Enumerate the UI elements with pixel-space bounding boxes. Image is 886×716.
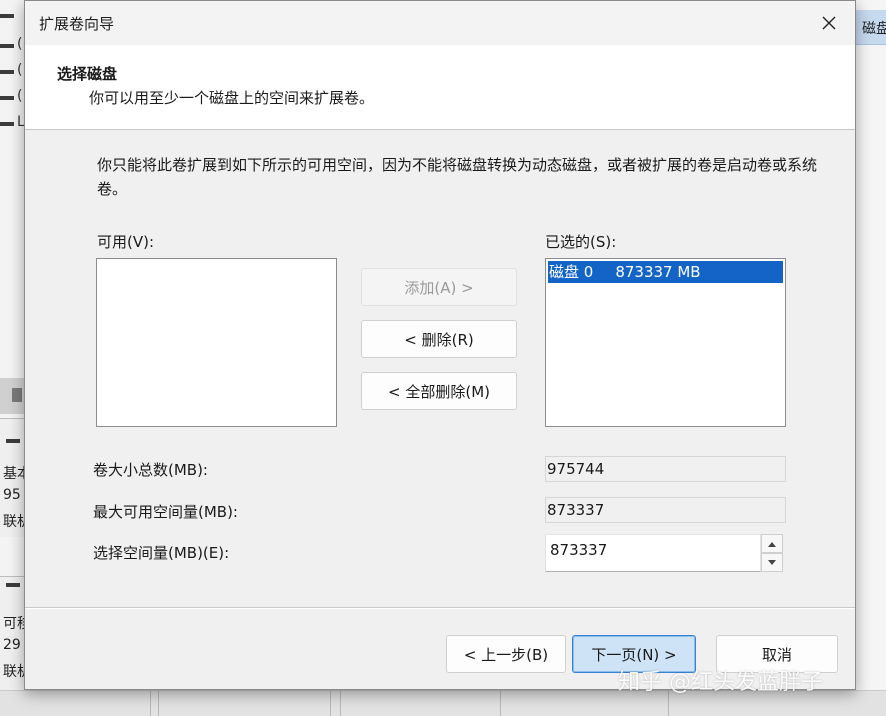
available-disks-list[interactable] (96, 258, 337, 427)
watermark: 知乎 @红头发蓝胖子 (618, 670, 823, 695)
splitter-grip-icon (12, 388, 22, 402)
disk-icon (6, 583, 20, 587)
segment-divider (500, 691, 501, 716)
volume-row[interactable]: ( (0, 34, 24, 60)
dialog-title: 扩展卷向导 (39, 15, 115, 33)
spin-up-button[interactable] (761, 534, 783, 553)
dialog-titlebar[interactable]: 扩展卷向导 (25, 1, 855, 45)
volume-row[interactable] (0, 4, 24, 30)
selected-disks-list[interactable]: 磁盘 0 873337 MB (545, 258, 786, 427)
selected-disk-item[interactable]: 磁盘 0 873337 MB (548, 261, 783, 283)
segment-divider (340, 691, 341, 716)
segment-divider (150, 691, 151, 716)
max-space-field: 873337 (545, 497, 786, 523)
extend-volume-wizard-dialog: 扩展卷向导 选择磁盘 你可以用至少一个磁盘上的空间来扩展卷。 你只能将此卷扩展到… (24, 0, 856, 690)
total-size-label: 卷大小总数(MB): (93, 461, 208, 479)
segment-divider (330, 691, 331, 716)
right-column-header[interactable]: 磁盘 (856, 10, 886, 45)
volume-icon (0, 96, 14, 100)
remove-button[interactable]: < 删除(R) (361, 320, 517, 358)
select-space-spinner (761, 534, 783, 572)
footer-divider-highlight (25, 608, 855, 609)
page-subtitle: 你可以用至少一个磁盘上的空间来扩展卷。 (89, 89, 375, 107)
description-text: 你只能将此卷扩展到如下所示的可用空间，因为不能将磁盘转换为动态磁盘，或者被扩展的… (97, 156, 818, 198)
segment-divider (158, 691, 159, 716)
volume-row[interactable]: L (0, 112, 25, 138)
pane-splitter[interactable] (0, 378, 24, 414)
close-button[interactable] (809, 5, 849, 41)
remove-all-button[interactable]: < 全部删除(M) (361, 372, 517, 410)
max-space-label: 最大可用空间量(MB): (93, 503, 238, 521)
arrow-down-icon (768, 559, 776, 565)
spin-down-button[interactable] (761, 553, 783, 572)
select-space-label: 选择空间量(MB)(E): (93, 544, 230, 562)
volume-icon (0, 122, 14, 126)
select-space-input[interactable]: 873337 (545, 534, 761, 572)
disk-0-label[interactable]: 基本 95 联机 (0, 418, 31, 537)
back-button[interactable]: < 上一步(B) (446, 635, 566, 673)
selected-label: 已选的(S): (545, 233, 617, 251)
available-label: 可用(V): (97, 233, 155, 251)
total-size-field: 975744 (545, 456, 786, 482)
volume-row[interactable]: ( (0, 86, 24, 112)
disk-icon (6, 439, 20, 443)
disk-1-label[interactable]: 可移 29 联机 (0, 576, 31, 695)
add-button[interactable]: 添加(A) > (361, 268, 517, 306)
volume-icon (0, 14, 14, 18)
page-title: 选择磁盘 (57, 65, 118, 83)
close-icon (822, 16, 836, 30)
volume-icon (0, 44, 14, 48)
wizard-header: 选择磁盘 你可以用至少一个磁盘上的空间来扩展卷。 (25, 45, 855, 130)
volume-row[interactable]: ( (0, 60, 24, 86)
arrow-up-icon (768, 541, 776, 547)
volume-icon (0, 70, 14, 74)
right-pane (856, 0, 886, 716)
